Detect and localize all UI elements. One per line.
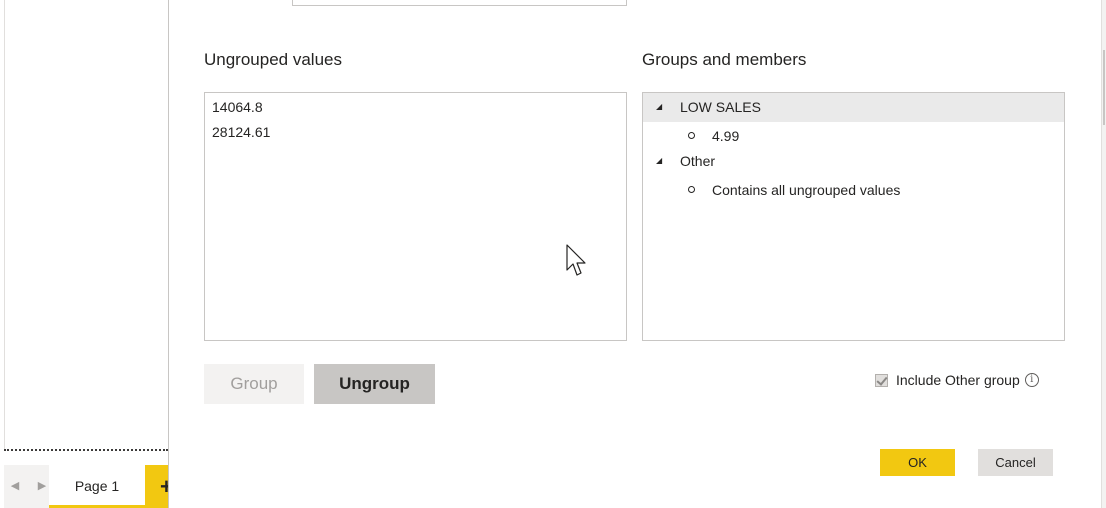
group-name: LOW SALES <box>680 99 761 115</box>
add-page-button[interactable]: + <box>145 465 168 508</box>
grouping-dialog-screen: ◀ ▶ Page 1 + Ungrouped values Groups and… <box>0 0 1106 508</box>
mouse-cursor-icon <box>566 244 586 276</box>
bullet-icon <box>688 132 695 139</box>
group-row-other[interactable]: ◢ Other <box>643 147 1064 176</box>
groups-members-title: Groups and members <box>642 50 807 69</box>
group-button[interactable]: Group <box>204 364 304 404</box>
groups-members-tree[interactable]: ◢ LOW SALES 4.99 ◢ Other Contains all un… <box>642 92 1065 341</box>
collapse-triangle-icon[interactable]: ◢ <box>656 156 662 165</box>
next-page-icon[interactable]: ▶ <box>37 480 47 492</box>
include-other-option[interactable]: Include Other group i <box>875 370 1039 390</box>
canvas-edge <box>4 0 5 450</box>
field-input[interactable] <box>292 0 627 6</box>
group-row-low-sales[interactable]: ◢ LOW SALES <box>643 93 1064 122</box>
include-other-checkbox[interactable] <box>875 373 888 387</box>
group-name: Other <box>680 153 716 169</box>
scrollbar[interactable] <box>1101 0 1106 508</box>
report-canvas-strip <box>0 0 168 508</box>
bullet-icon <box>688 186 695 193</box>
group-member[interactable]: 4.99 <box>712 128 739 144</box>
list-item[interactable]: 28124.61 <box>212 124 270 140</box>
page-tab[interactable]: Page 1 <box>49 465 145 508</box>
collapse-triangle-icon[interactable]: ◢ <box>656 102 662 111</box>
scrollbar-thumb[interactable] <box>1103 50 1105 125</box>
ungrouped-values-title: Ungrouped values <box>204 50 342 69</box>
cancel-button[interactable]: Cancel <box>978 449 1053 476</box>
plus-icon: + <box>160 474 168 499</box>
group-member[interactable]: Contains all ungrouped values <box>712 182 900 198</box>
ok-button[interactable]: OK <box>880 449 955 476</box>
page-divider <box>4 449 168 451</box>
prev-page-icon[interactable]: ◀ <box>10 480 20 492</box>
info-icon[interactable]: i <box>1024 373 1039 387</box>
include-other-label: Include Other group <box>896 372 1020 388</box>
ungroup-button[interactable]: Ungroup <box>314 364 435 404</box>
list-item[interactable]: 14064.8 <box>212 99 263 115</box>
ungrouped-values-list[interactable]: 14064.8 28124.61 <box>204 92 627 341</box>
